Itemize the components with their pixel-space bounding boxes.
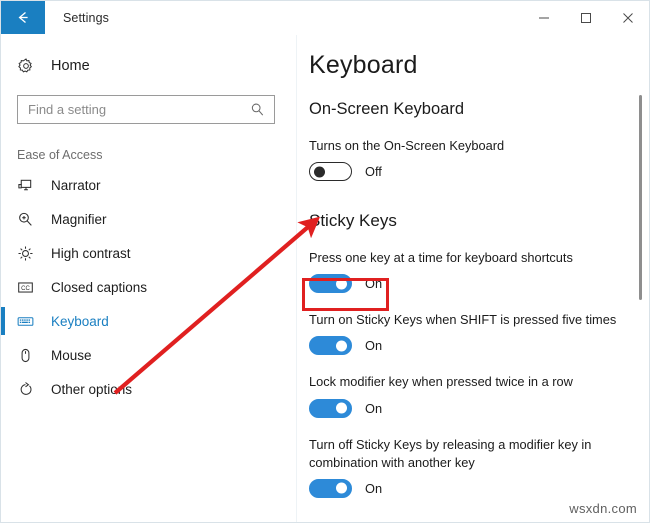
sidebar-item-narrator[interactable]: Narrator: [1, 168, 296, 202]
toggle-knob: [336, 340, 347, 352]
scrollbar-thumb[interactable]: [639, 95, 642, 300]
setting-row-on-screen-keyboard: Off: [309, 162, 649, 182]
sidebar-item-high-contrast[interactable]: High contrast: [1, 236, 296, 270]
vertical-scrollbar[interactable]: [635, 35, 646, 522]
toggle-state-label: On: [365, 400, 383, 416]
sidebar-section-label: Ease of Access: [17, 148, 103, 162]
sidebar-item-mouse[interactable]: Mouse: [1, 338, 296, 372]
close-icon: [623, 12, 633, 23]
search-box[interactable]: [17, 95, 275, 124]
other-options-icon: [17, 381, 45, 398]
closed-captions-icon: CC: [17, 279, 45, 296]
toggle-knob: [336, 278, 347, 290]
sidebar-item-closed-captions[interactable]: CC Closed captions: [1, 270, 296, 304]
sidebar-item-label: Closed captions: [51, 279, 148, 295]
toggle-state-label: Off: [365, 164, 382, 180]
window-title: Settings: [63, 10, 109, 25]
toggle-turn-off-sticky-keys[interactable]: [309, 478, 352, 498]
sidebar: Home Ease of Access: [1, 35, 297, 522]
window-body: Home Ease of Access: [1, 35, 649, 522]
narrator-icon: [17, 177, 45, 194]
back-arrow-icon: [15, 9, 32, 26]
svg-text:CC: CC: [21, 285, 30, 291]
toggle-lock-modifier[interactable]: [309, 398, 352, 418]
title-bar: Settings: [1, 1, 649, 35]
search-input[interactable]: [18, 101, 250, 118]
toggle-knob: [314, 166, 325, 178]
group-title-on-screen-keyboard: On-Screen Keyboard: [309, 100, 465, 118]
toggle-shift-five-times[interactable]: [309, 336, 352, 356]
window-controls: [523, 1, 649, 34]
minimize-icon: [539, 17, 549, 18]
toggle-on-screen-keyboard[interactable]: [309, 162, 352, 182]
setting-description: Turn on Sticky Keys when SHIFT is presse…: [309, 312, 617, 328]
sidebar-item-label: Mouse: [51, 347, 92, 363]
sidebar-item-other-options[interactable]: Other options: [1, 372, 296, 406]
sidebar-item-home[interactable]: Home: [1, 51, 296, 81]
maximize-icon: [581, 12, 591, 23]
setting-description: Press one key at a time for keyboard sho…: [309, 250, 573, 266]
setting-row-shift-five-times: On: [309, 336, 649, 356]
search-icon[interactable]: [250, 102, 274, 117]
sidebar-item-label: Narrator: [51, 177, 101, 193]
close-button[interactable]: [607, 1, 649, 34]
sidebar-nav-list: Narrator Magnifier High contrast CC Clos…: [1, 168, 296, 406]
minimize-button[interactable]: [523, 1, 565, 34]
gear-icon: [17, 57, 45, 75]
setting-row-lock-modifier: On: [309, 398, 649, 418]
group-title-sticky-keys: Sticky Keys: [309, 211, 397, 231]
sidebar-item-label: Magnifier: [51, 211, 107, 227]
page-title: Keyboard: [309, 51, 418, 79]
sidebar-item-label: Keyboard: [51, 313, 109, 329]
mouse-icon: [17, 347, 45, 364]
toggle-knob: [336, 402, 347, 414]
toggle-state-label: On: [365, 276, 383, 292]
back-button[interactable]: [1, 1, 45, 34]
keyboard-icon: [17, 313, 45, 330]
sidebar-item-magnifier[interactable]: Magnifier: [1, 202, 296, 236]
maximize-button[interactable]: [565, 1, 607, 34]
sidebar-item-label: Other options: [51, 381, 133, 397]
setting-description: Lock modifier key when pressed twice in …: [309, 374, 573, 390]
magnifier-icon: [17, 211, 45, 228]
watermark: wsxdn.com: [569, 501, 637, 516]
main-pane: Keyboard On-Screen Keyboard Turns on the…: [297, 35, 649, 522]
high-contrast-icon: [17, 245, 45, 262]
sidebar-home-label: Home: [51, 58, 90, 74]
toggle-state-label: On: [365, 480, 383, 496]
setting-row-turn-off-sticky-keys: On: [309, 478, 649, 498]
setting-description: Turns on the On-Screen Keyboard: [309, 138, 505, 153]
toggle-press-one-key[interactable]: [309, 274, 352, 294]
setting-row-press-one-key: On: [309, 274, 649, 294]
setting-description: Turn off Sticky Keys by releasing a modi…: [309, 436, 592, 470]
toggle-state-label: On: [365, 338, 383, 354]
toggle-knob: [336, 482, 347, 494]
sidebar-item-keyboard[interactable]: Keyboard: [1, 304, 296, 338]
sidebar-item-label: High contrast: [51, 245, 131, 261]
settings-window: Settings Home Find a setting Ease of Acc…: [0, 0, 650, 523]
